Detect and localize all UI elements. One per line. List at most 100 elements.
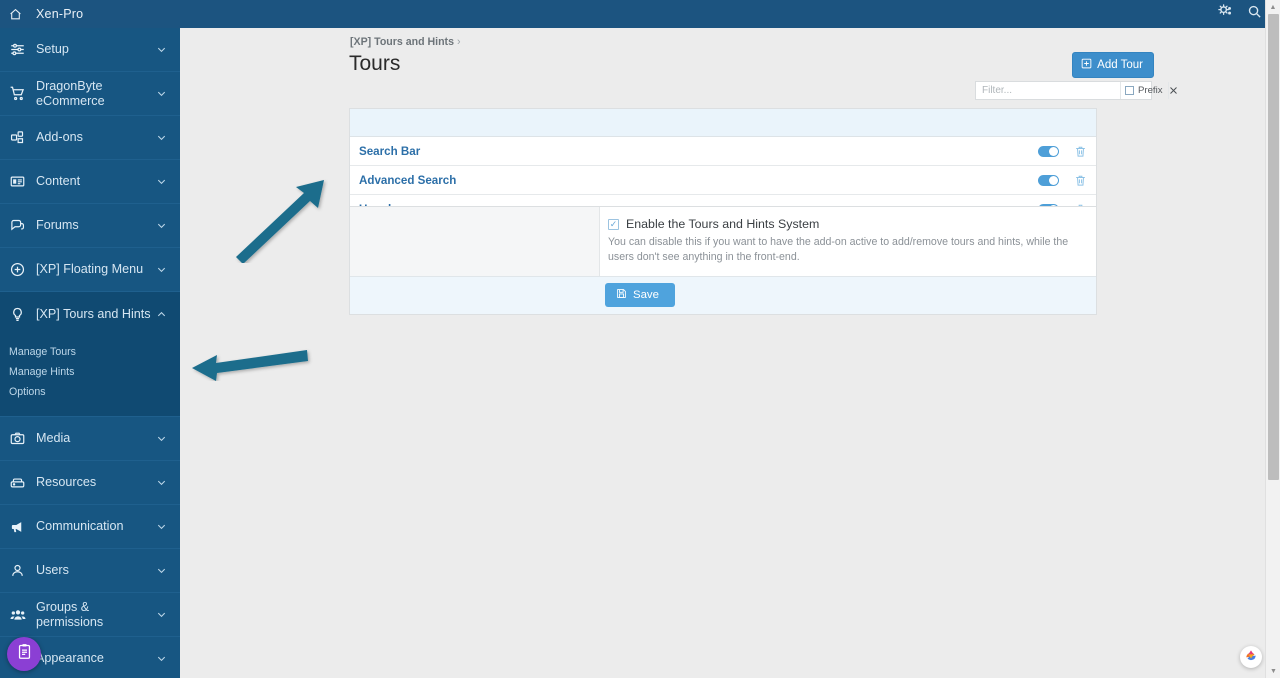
addons-icon: [10, 130, 32, 145]
sidebar-subnav-tours-and-hints: Manage Tours Manage Hints Options: [0, 336, 180, 417]
sidebar-item-content[interactable]: Content: [0, 160, 180, 204]
sidebar-item-xp-floating-menu[interactable]: [XP] Floating Menu: [0, 248, 180, 292]
sidebar-item-communication[interactable]: Communication: [0, 505, 180, 549]
trash-icon[interactable]: [1074, 174, 1087, 187]
sidebar-item-label: Communication: [32, 519, 154, 534]
tour-enable-toggle-cell: [1032, 175, 1064, 186]
chevron-down-icon: [154, 44, 168, 55]
sidebar-item-setup[interactable]: Setup: [0, 28, 180, 72]
sidebar-item-label: Setup: [32, 42, 154, 57]
users-group-icon: [10, 607, 32, 623]
brand-widget-button[interactable]: [1240, 646, 1262, 668]
content-icon: [10, 174, 32, 189]
sidebar-item-label: Users: [32, 563, 154, 578]
trash-icon[interactable]: [1074, 145, 1087, 158]
sidebar-item-label: DragonByte eCommerce: [32, 79, 154, 109]
enable-system-checkbox-group[interactable]: ✓ Enable the Tours and Hints System: [608, 217, 1082, 231]
lightbulb-icon: [10, 307, 32, 322]
cogs-icon[interactable]: [1218, 4, 1233, 24]
page-title: Tours: [349, 52, 400, 76]
prefix-checkbox[interactable]: [1125, 86, 1134, 95]
plus-circle-icon: [10, 262, 32, 277]
form-footer: Save: [350, 276, 1096, 314]
app-title: Xen-Pro: [36, 7, 83, 21]
sidebar-subitem-options[interactable]: Options: [0, 382, 180, 402]
sidebar-item-label: Content: [32, 174, 154, 189]
camera-icon: [10, 431, 32, 446]
sidebar-item-groups-permissions[interactable]: Groups & permissions: [0, 593, 180, 637]
chevron-down-icon: [154, 132, 168, 143]
sidebar-item-label: Resources: [32, 475, 154, 490]
sidebar: Setup DragonByte eCommerce Add-ons: [0, 28, 180, 678]
save-button[interactable]: Save: [605, 283, 675, 307]
enable-system-description: You can disable this if you want to have…: [608, 235, 1078, 265]
chevron-down-icon: [154, 565, 168, 576]
main-content: [XP] Tours and Hints› Tours Add Tour Pre…: [180, 28, 1262, 678]
sidebar-item-label: Appearance: [32, 651, 154, 666]
filter-bar: Prefix: [975, 81, 1152, 100]
chevron-down-icon: [154, 609, 168, 620]
tour-delete-cell: [1064, 145, 1096, 158]
sidebar-item-add-ons[interactable]: Add-ons: [0, 116, 180, 160]
table-row[interactable]: Search Bar: [350, 137, 1096, 166]
enable-system-label: Enable the Tours and Hints System: [626, 217, 819, 231]
chevron-down-icon: [154, 220, 168, 231]
home-icon[interactable]: [0, 8, 30, 21]
table-row[interactable]: Advanced Search: [350, 166, 1096, 195]
sidebar-item-users[interactable]: Users: [0, 549, 180, 593]
add-tour-label: Add Tour: [1097, 59, 1143, 71]
chevron-down-icon: [154, 521, 168, 532]
form-label-column: [350, 207, 600, 276]
chevron-up-icon: [154, 309, 168, 320]
sidebar-item-label: Media: [32, 431, 154, 446]
sidebar-item-resources[interactable]: Resources: [0, 461, 180, 505]
tour-enable-toggle-cell: [1032, 146, 1064, 157]
tour-name-link[interactable]: Advanced Search: [350, 174, 1032, 187]
tour-enable-toggle[interactable]: [1038, 146, 1059, 157]
chevron-down-icon: [154, 176, 168, 187]
breadcrumb-item[interactable]: [XP] Tours and Hints: [350, 36, 454, 48]
plus-box-icon: [1081, 58, 1092, 72]
save-label: Save: [633, 289, 659, 301]
scroll-down-arrow[interactable]: ▼: [1266, 664, 1280, 678]
chevron-down-icon: [154, 433, 168, 444]
chevron-down-icon: [154, 477, 168, 488]
floating-clipboard-button[interactable]: [7, 637, 41, 671]
enable-system-checkbox[interactable]: ✓: [608, 219, 619, 230]
chevron-down-icon: [154, 264, 168, 275]
sidebar-item-media[interactable]: Media: [0, 417, 180, 461]
tour-enable-toggle[interactable]: [1038, 175, 1059, 186]
add-tour-button[interactable]: Add Tour: [1072, 52, 1154, 78]
prefix-checkbox-group[interactable]: Prefix: [1120, 82, 1168, 99]
filter-clear-button[interactable]: [1168, 82, 1178, 99]
save-disk-icon: [616, 288, 627, 302]
brand-logo-icon: [1244, 648, 1258, 667]
forums-icon: [10, 218, 32, 233]
breadcrumb-separator: ›: [457, 36, 461, 48]
page-scrollbar[interactable]: ▲ ▼: [1265, 0, 1280, 678]
megaphone-icon: [10, 519, 32, 534]
top-bar: Xen-Pro: [0, 0, 1280, 28]
tour-name-link[interactable]: Search Bar: [350, 145, 1032, 158]
user-icon: [10, 563, 32, 578]
sidebar-subitem-manage-hints[interactable]: Manage Hints: [0, 362, 180, 382]
scroll-up-arrow[interactable]: ▲: [1266, 0, 1280, 14]
sidebar-item-label: [XP] Floating Menu: [32, 262, 154, 277]
table-header-bar: [350, 109, 1096, 137]
resources-icon: [10, 475, 32, 490]
form-control-column: ✓ Enable the Tours and Hints System You …: [600, 207, 1096, 276]
sidebar-item-forums[interactable]: Forums: [0, 204, 180, 248]
chevron-down-icon: [154, 653, 168, 664]
sidebar-item-xp-tours-and-hints[interactable]: [XP] Tours and Hints: [0, 292, 180, 336]
sidebar-item-dragonbyte-ecommerce[interactable]: DragonByte eCommerce: [0, 72, 180, 116]
prefix-label: Prefix: [1138, 85, 1163, 96]
scroll-thumb[interactable]: [1268, 14, 1279, 480]
options-form: ✓ Enable the Tours and Hints System You …: [349, 206, 1097, 315]
form-row-enable-system: ✓ Enable the Tours and Hints System You …: [350, 207, 1096, 276]
filter-input[interactable]: [976, 82, 1120, 99]
sidebar-subitem-manage-tours[interactable]: Manage Tours: [0, 342, 180, 362]
tour-delete-cell: [1064, 174, 1096, 187]
search-icon[interactable]: [1247, 4, 1262, 24]
clipboard-icon: [16, 643, 33, 665]
sidebar-item-label: Forums: [32, 218, 154, 233]
